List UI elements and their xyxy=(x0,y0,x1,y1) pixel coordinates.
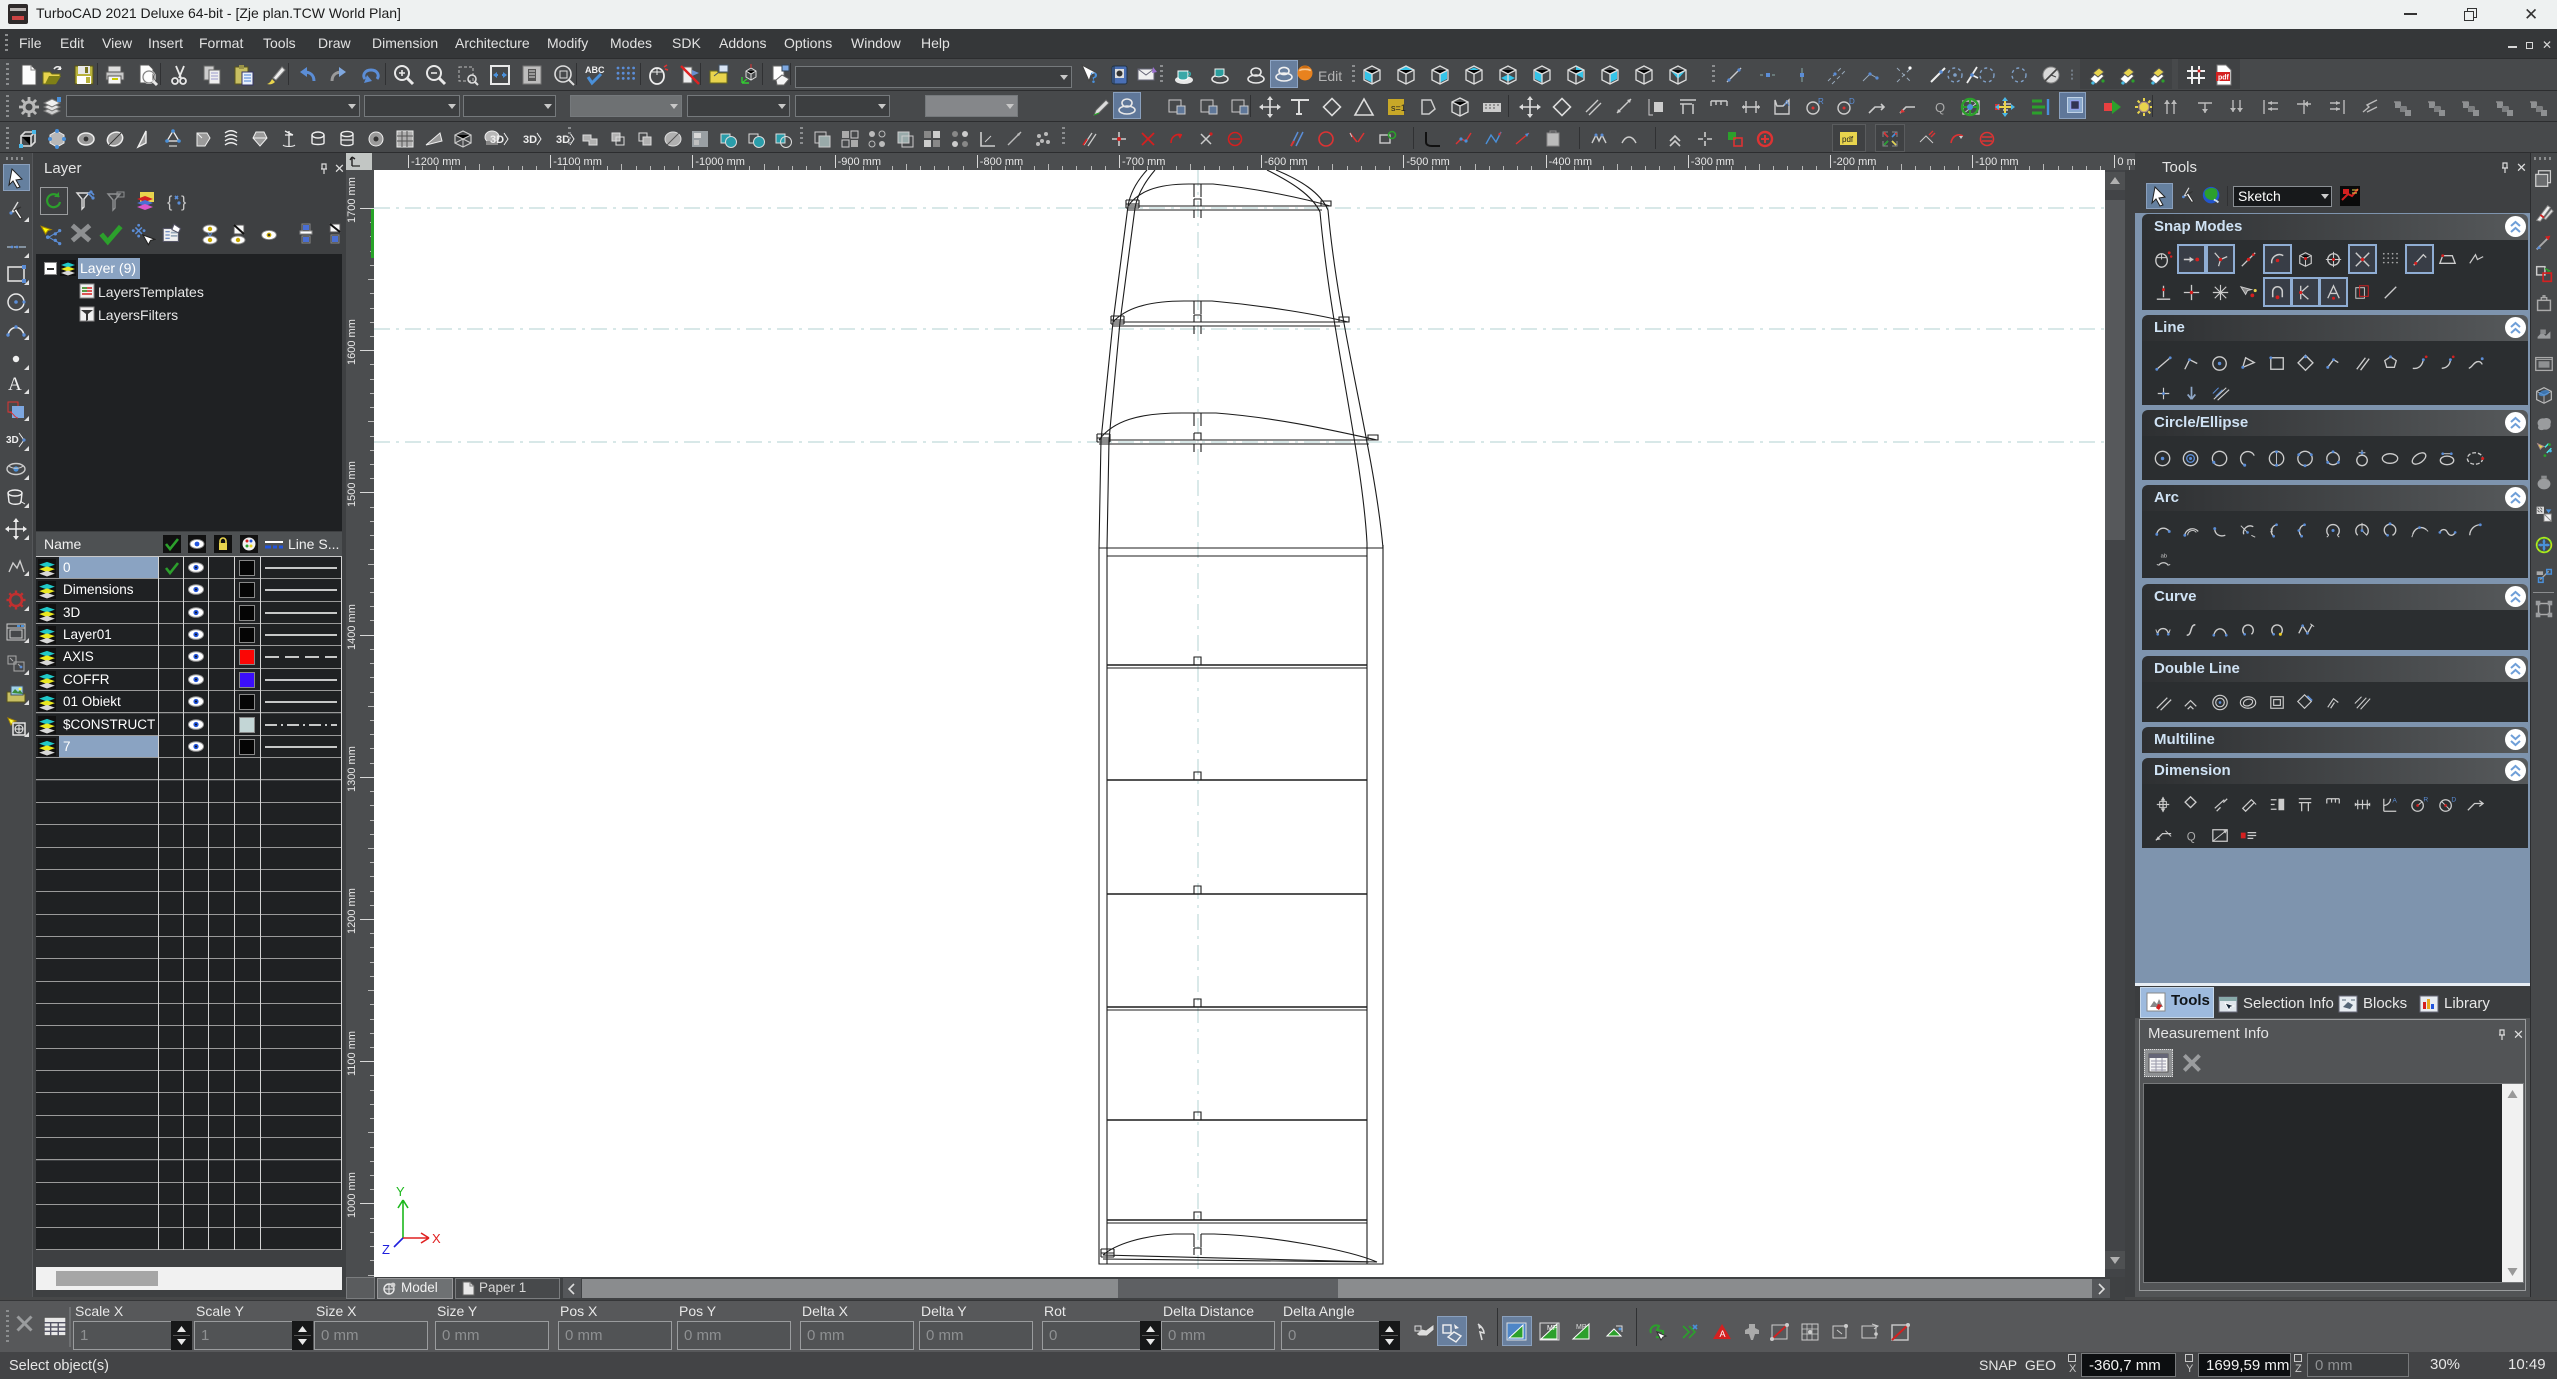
svg-text:ab: ab xyxy=(2161,554,2167,560)
svg-text:3: 3 xyxy=(2269,528,2272,534)
svg-text:X: X xyxy=(432,1231,441,1246)
svg-text:Q: Q xyxy=(2187,831,2196,843)
svg-text:}: } xyxy=(181,194,187,211)
svg-text:Z: Z xyxy=(382,1242,390,1257)
svg-text:pdf: pdf xyxy=(2218,75,2230,82)
svg-text:A: A xyxy=(8,374,22,395)
svg-text:{: { xyxy=(167,194,173,211)
svg-text:ABC: ABC xyxy=(585,65,605,75)
svg-text:pdf: pdf xyxy=(1842,135,1854,144)
svg-text:3D: 3D xyxy=(6,435,19,446)
svg-text:A: A xyxy=(1720,1329,1726,1339)
svg-text:MP: MP xyxy=(1576,1324,1587,1331)
svg-text:3D: 3D xyxy=(490,134,504,146)
svg-text:A: A xyxy=(1784,99,1790,108)
svg-text:A: A xyxy=(2393,798,2398,805)
svg-text:D: D xyxy=(2451,797,2456,804)
svg-text:D: D xyxy=(1849,97,1855,106)
svg-text:MP: MP xyxy=(1547,1325,1558,1332)
svg-text:s=1: s=1 xyxy=(1391,103,1406,113)
svg-text:R: R xyxy=(1818,97,1824,106)
svg-text:3D: 3D xyxy=(523,134,537,146)
svg-text:Q: Q xyxy=(1935,100,1945,115)
svg-text:Y: Y xyxy=(396,1184,405,1199)
svg-text:R: R xyxy=(2423,797,2428,804)
svg-text:?: ? xyxy=(1090,70,1098,87)
